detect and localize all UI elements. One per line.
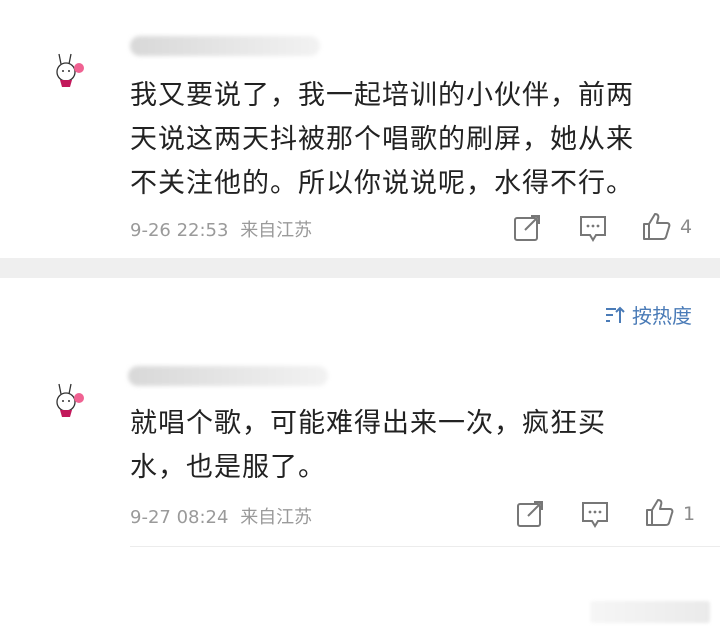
comment-text: 就唱个歌，可能难得出来一次，疯狂买 水，也是服了。 xyxy=(130,402,606,490)
username-blurred xyxy=(130,36,320,56)
share-icon[interactable] xyxy=(511,212,543,244)
comment-line: 天说这两天抖被那个唱歌的刷屏，她从来 xyxy=(130,124,634,155)
location: 来自江苏 xyxy=(240,220,313,241)
avatar[interactable] xyxy=(50,380,90,420)
comment-line: 就唱个歌，可能难得出来一次，疯狂买 xyxy=(130,408,606,439)
avatar[interactable] xyxy=(50,50,90,90)
section-divider xyxy=(0,258,720,278)
sort-icon xyxy=(606,306,625,323)
sort-by-heat-button[interactable]: 按热度 xyxy=(604,300,692,329)
timestamp: 9-27 08:24 xyxy=(130,507,229,528)
comment-line: 水，也是服了。 xyxy=(130,452,326,483)
thumbs-up-icon[interactable] xyxy=(643,496,675,528)
comment-line: 我又要说了，我一起培训的小伙伴，前两 xyxy=(130,80,634,111)
share-icon[interactable] xyxy=(514,498,546,530)
timestamp: 9-26 22:53 xyxy=(130,220,229,241)
divider xyxy=(130,546,720,547)
comment-line: 不关注他的。所以你说说呢，水得不行。 xyxy=(130,168,634,199)
location: 来自江苏 xyxy=(240,507,313,528)
comment-text: 我又要说了，我一起培训的小伙伴，前两 天说这两天抖被那个唱歌的刷屏，她从来 不关… xyxy=(130,74,634,206)
comment-meta: 9-27 08:24 来自江苏 xyxy=(130,503,312,529)
thumbs-up-icon[interactable] xyxy=(640,210,672,242)
watermark-blurred xyxy=(590,601,710,623)
username-blurred xyxy=(128,366,328,386)
like-count: 1 xyxy=(683,503,696,525)
reply-icon[interactable] xyxy=(577,212,609,244)
sort-label: 按热度 xyxy=(632,304,692,328)
reply-icon[interactable] xyxy=(579,498,611,530)
like-count: 4 xyxy=(680,216,693,238)
comment-meta: 9-26 22:53 来自江苏 xyxy=(130,216,312,242)
